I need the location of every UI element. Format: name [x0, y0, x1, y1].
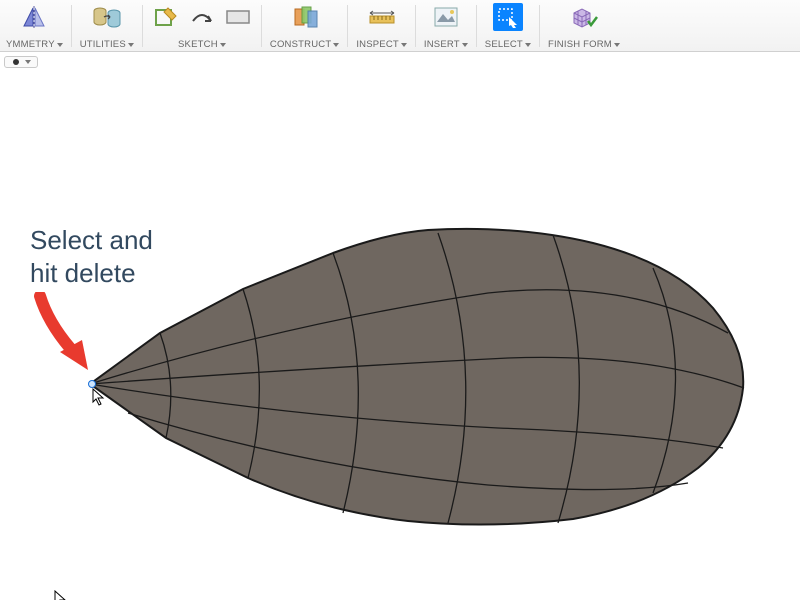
toolbar-separator	[142, 5, 143, 47]
toolbar-separator	[71, 5, 72, 47]
viewport-canvas[interactable]: Select and hit delete	[0, 80, 800, 600]
main-toolbar: YMMETRY UTILITIES	[0, 0, 800, 52]
red-arrow-icon	[30, 292, 100, 372]
image-frame-icon	[431, 3, 461, 31]
toolbar-label-inspect: INSPECT	[356, 39, 407, 50]
annotation-text: Select and hit delete	[30, 224, 153, 291]
chevron-down-icon	[25, 60, 31, 64]
annotation-line1: Select and	[30, 224, 153, 257]
toolbar-group-finish[interactable]: FINISH FORM	[542, 2, 626, 50]
toolbar-group-sketch[interactable]: SKETCH	[145, 2, 259, 50]
ruler-icon	[367, 3, 397, 31]
rectangle-icon	[223, 3, 253, 31]
toolbar-separator	[539, 5, 540, 47]
toolbar-group-inspect[interactable]: INSPECT	[350, 2, 413, 50]
mirror-triangle-icon	[19, 3, 49, 31]
toolbar-group-select[interactable]: SELECT	[479, 2, 537, 50]
toolbar-separator	[347, 5, 348, 47]
wire-cube-check-icon	[569, 3, 599, 31]
planes-icon	[290, 3, 320, 31]
bullet-icon	[13, 59, 19, 65]
toolbar-label-symmetry: YMMETRY	[6, 39, 63, 50]
annotation-line2: hit delete	[30, 257, 153, 290]
toolbar-separator	[261, 5, 262, 47]
toolbar-label-insert: INSERT	[424, 39, 468, 50]
toolbar-label-finish: FINISH FORM	[548, 39, 620, 50]
tspline-surface[interactable]	[88, 223, 748, 531]
cursor-icon	[54, 590, 68, 600]
selection-arrow-icon	[493, 3, 523, 31]
toolbar-label-utilities: UTILITIES	[80, 39, 134, 50]
toolbar-group-construct[interactable]: CONSTRUCT	[264, 2, 345, 50]
sub-toolbar	[0, 52, 800, 72]
display-mode-pill[interactable]	[4, 56, 38, 68]
cursor-icon	[92, 388, 106, 406]
toolbar-separator	[476, 5, 477, 47]
toolbar-group-insert[interactable]: INSERT	[418, 2, 474, 50]
toolbar-group-symmetry[interactable]: YMMETRY	[0, 2, 69, 50]
toolbar-separator	[415, 5, 416, 47]
arc-arrow-icon	[187, 3, 217, 31]
toolbar-label-sketch: SKETCH	[178, 39, 226, 50]
toolbar-label-construct: CONSTRUCT	[270, 39, 339, 50]
cylinder-swap-icon	[92, 3, 122, 31]
toolbar-label-select: SELECT	[485, 39, 531, 50]
selected-vertex[interactable]	[88, 380, 96, 388]
toolbar-group-utilities[interactable]: UTILITIES	[74, 2, 140, 50]
edit-square-icon	[151, 3, 181, 31]
